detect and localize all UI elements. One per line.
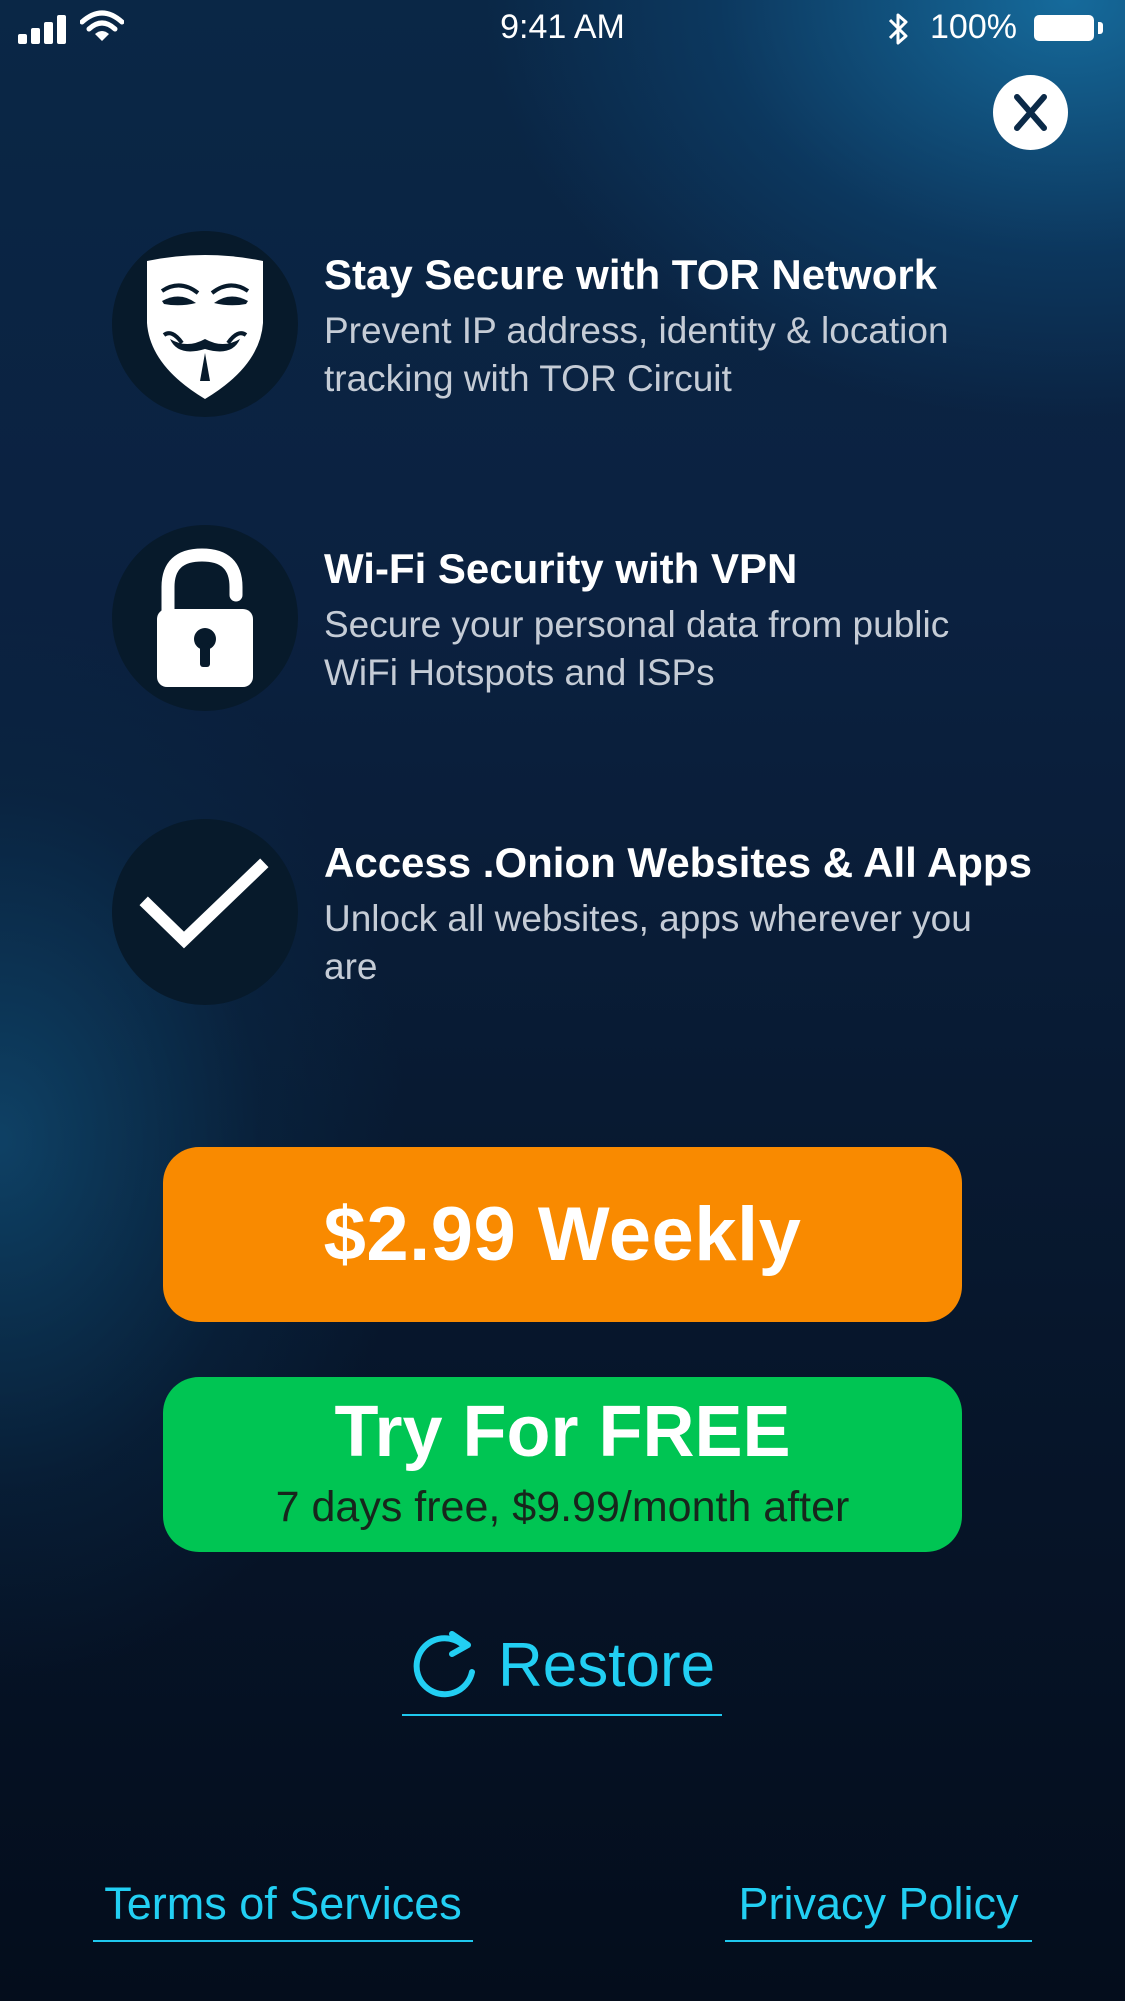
feature-tor: Stay Secure with TOR Network Prevent IP … xyxy=(0,231,1125,421)
status-bar: 9:41 AM 100% xyxy=(0,0,1125,60)
feature-description: Unlock all websites, apps wherever you a… xyxy=(324,898,972,987)
battery-tip xyxy=(1098,22,1103,34)
feature-vpn: Wi-Fi Security with VPN Secure your pers… xyxy=(0,525,1125,715)
weekly-plan-label: $2.99 Weekly xyxy=(323,1192,802,1277)
bluetooth-icon xyxy=(888,13,908,45)
checkmark-icon xyxy=(139,858,269,949)
restore-label: Restore xyxy=(498,1631,716,1700)
refresh-icon xyxy=(413,1631,475,1698)
battery-icon xyxy=(1034,15,1094,41)
privacy-policy-link[interactable]: Privacy Policy xyxy=(725,1878,1032,1942)
feature-description: Secure your personal data from public Wi… xyxy=(324,604,950,693)
feature-onion: Access .Onion Websites & All Apps Unlock… xyxy=(0,819,1125,1009)
mask-icon xyxy=(147,255,263,399)
terms-of-service-link[interactable]: Terms of Services xyxy=(93,1878,473,1942)
free-trial-button[interactable]: Try For FREE 7 days free, $9.99/month af… xyxy=(163,1377,962,1552)
battery-percent: 100% xyxy=(930,8,1017,46)
weekly-plan-button[interactable]: $2.99 Weekly xyxy=(163,1147,962,1322)
lock-icon xyxy=(157,548,253,687)
feature-title: Wi-Fi Security with VPN xyxy=(324,545,798,592)
close-icon xyxy=(1014,94,1047,131)
close-button[interactable] xyxy=(993,75,1068,150)
feature-title: Access .Onion Websites & All Apps xyxy=(324,839,1032,886)
feature-title: Stay Secure with TOR Network xyxy=(324,251,938,298)
feature-description: Prevent IP address, identity & location … xyxy=(324,310,949,399)
free-trial-subtitle: 7 days free, $9.99/month after xyxy=(275,1483,850,1531)
feature-icon-circle xyxy=(112,231,298,417)
feature-icon-circle xyxy=(112,819,298,1005)
free-trial-title: Try For FREE xyxy=(334,1392,791,1472)
feature-icon-circle xyxy=(112,525,298,711)
restore-button[interactable]: Restore xyxy=(402,1618,722,1716)
